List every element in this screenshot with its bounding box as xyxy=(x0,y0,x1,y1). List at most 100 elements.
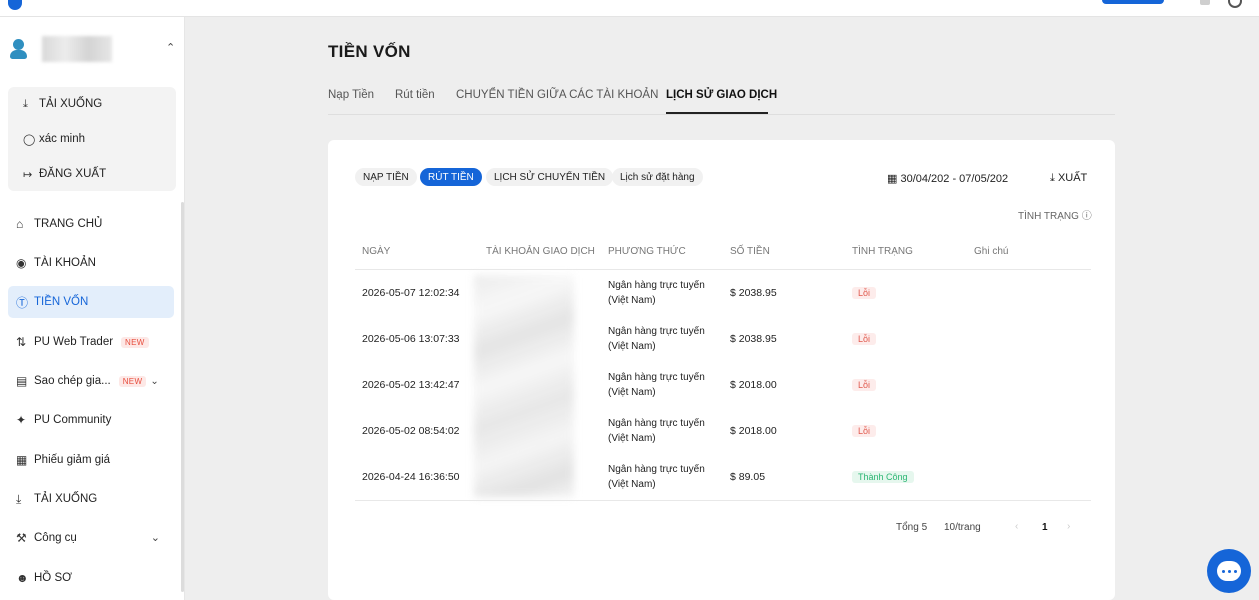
download-icon: ⤓ xyxy=(1050,172,1055,184)
logo-icon[interactable] xyxy=(8,0,22,10)
user-menu-verify-label: xác minh xyxy=(39,133,86,145)
shield-check-icon: ◯ xyxy=(23,133,36,146)
sidebar-item-funds[interactable]: Ⓣ TIỀN VỐN xyxy=(8,286,174,318)
sidebar-item-home[interactable]: ⌂ TRANG CHỦ xyxy=(8,208,174,240)
row-method: Ngân hàng trực tuyến (Việt Nam) xyxy=(608,326,705,352)
row-amount: $ 89.05 xyxy=(730,471,766,483)
status-badge: Lỗi xyxy=(852,333,877,345)
sidebar-item-label: PU Community xyxy=(34,414,112,426)
column-header-status: TÌNH TRẠNG xyxy=(852,246,913,257)
new-badge: NEW xyxy=(121,336,149,348)
copy-trade-icon: ▤ xyxy=(16,374,28,388)
dollar-circle-icon: Ⓣ xyxy=(16,295,29,310)
row-amount: $ 2038.95 xyxy=(730,287,777,299)
row-method: Ngân hàng trực tuyến (Việt Nam) xyxy=(608,372,705,398)
pagination-page-1[interactable]: 1 xyxy=(1042,522,1048,533)
sidebar-item-web-trader[interactable]: ⇅ PU Web Trader NEW xyxy=(8,326,174,358)
tab-withdraw[interactable]: Rút tiền xyxy=(395,89,435,101)
filter-transfer-history[interactable]: LỊCH SỬ CHUYỂN TIỀN xyxy=(486,168,614,186)
sidebar-item-tools[interactable]: ⚒ Công cụ ⌄ xyxy=(8,522,174,554)
row-amount: $ 2018.00 xyxy=(730,379,777,391)
page-title: TIỀN VỐN xyxy=(328,42,411,61)
sidebar-item-coupon[interactable]: ▦ Phiếu giảm giá xyxy=(8,444,174,476)
pagination-next-button[interactable]: › xyxy=(1067,521,1070,532)
community-icon: ✦ xyxy=(16,413,27,427)
sidebar-item-label: TẢI XUỐNG xyxy=(34,493,98,505)
filter-withdraw[interactable]: RÚT TIỀN xyxy=(420,168,482,186)
username-redacted xyxy=(42,36,112,62)
sidebar-item-community[interactable]: ✦ PU Community xyxy=(8,404,174,436)
row-amount: $ 2018.00 xyxy=(730,425,777,437)
active-tab-indicator xyxy=(666,112,768,114)
export-label: XUẤT xyxy=(1057,172,1088,184)
status-badge: Thành Công xyxy=(852,471,914,483)
history-card xyxy=(328,140,1115,600)
tab-deposit[interactable]: Nạp Tiền xyxy=(328,89,374,101)
status-badge: Lỗi xyxy=(852,287,877,299)
chat-support-button[interactable] xyxy=(1207,549,1251,593)
chevron-down-icon[interactable]: ⌄ xyxy=(151,531,160,544)
row-date: 2026-05-02 13:42:47 xyxy=(362,379,460,391)
sidebar-item-account[interactable]: ◉ TÀI KHOẢN xyxy=(8,247,174,279)
pagination-prev-button[interactable]: ‹ xyxy=(1015,521,1018,532)
profile-icon: ☻ xyxy=(16,571,29,585)
status-filter-label: TÌNH TRẠNG xyxy=(1018,211,1079,222)
user-menu-download-label: TẢI XUỐNG xyxy=(39,98,103,110)
avatar xyxy=(8,38,30,60)
language-icon[interactable] xyxy=(1200,0,1210,5)
tab-transaction-history[interactable]: LỊCH SỬ GIAO DỊCH xyxy=(666,89,777,101)
new-badge: NEW xyxy=(118,375,147,387)
sidebar-item-label: TÀI KHOẢN xyxy=(34,257,96,269)
top-action-button[interactable] xyxy=(1102,0,1164,4)
coupon-icon: ▦ xyxy=(16,453,28,467)
user-menu-download[interactable]: ⤓ TẢI XUỐNG xyxy=(23,95,102,113)
sidebar-scrollbar[interactable] xyxy=(181,202,184,592)
account-icon: ◉ xyxy=(16,256,27,270)
row-date: 2026-05-07 12:02:34 xyxy=(362,287,460,299)
chevron-down-icon[interactable]: ⌄ xyxy=(150,376,158,387)
home-icon: ⌂ xyxy=(16,217,24,231)
chat-icon xyxy=(1217,561,1241,581)
filter-deposit[interactable]: NẠP TIỀN xyxy=(355,168,417,186)
export-button[interactable]: ⤓ XUẤT xyxy=(1050,172,1087,185)
date-range-picker[interactable]: ▦ 30/04/202 - 07/05/202 xyxy=(887,172,1008,185)
sidebar-item-download[interactable]: ⤓ TẢI XUỐNG xyxy=(8,483,174,515)
filter-order-history[interactable]: Lịch sử đặt hàng xyxy=(612,168,703,186)
page-size-select[interactable]: 10/trang xyxy=(944,522,981,533)
sidebar-item-label: Phiếu giảm giá xyxy=(34,454,111,466)
row-date: 2026-05-02 08:54:02 xyxy=(362,425,460,437)
user-menu: ⤓ TẢI XUỐNG ◯ xác minh ↦ ĐĂNG XUẤT xyxy=(8,87,176,191)
logout-icon: ↦ xyxy=(23,168,33,181)
column-header-account: TÀI KHOẢN GIAO DỊCH xyxy=(486,246,595,257)
row-date: 2026-05-06 13:07:33 xyxy=(362,333,460,345)
sidebar-item-label: Công cụ xyxy=(34,532,77,544)
user-menu-logout-label: ĐĂNG XUẤT xyxy=(39,168,107,180)
row-amount: $ 2038.95 xyxy=(730,333,777,345)
wrench-icon: ⚒ xyxy=(16,531,27,545)
sidebar-item-label: PU Web Trader xyxy=(34,336,114,348)
status-badge: Lỗi xyxy=(852,379,877,391)
column-header-method: PHƯƠNG THỨC xyxy=(608,246,686,257)
user-profile-toggle[interactable]: ⌃ xyxy=(8,35,180,63)
sidebar-item-label: HỒ SƠ xyxy=(34,572,72,584)
chevron-up-icon[interactable]: ⌃ xyxy=(166,41,175,54)
top-bar xyxy=(0,0,1259,17)
user-menu-logout[interactable]: ↦ ĐĂNG XUẤT xyxy=(23,165,106,183)
tabs-divider xyxy=(328,114,1115,115)
sidebar-item-label: TRANG CHỦ xyxy=(34,218,103,230)
calendar-icon: ▦ xyxy=(887,173,898,185)
date-range-value: 30/04/202 - 07/05/202 xyxy=(900,173,1009,185)
column-header-amount: SỐ TIỀN xyxy=(730,246,770,257)
tab-transfer[interactable]: CHUYỂN TIỀN GIỮA CÁC TÀI KHOẢN xyxy=(456,89,658,101)
help-icon[interactable] xyxy=(1228,0,1242,8)
row-method: Ngân hàng trực tuyến (Việt Nam) xyxy=(608,464,705,490)
table-header-divider xyxy=(355,269,1091,270)
account-column-redacted xyxy=(474,275,574,497)
sidebar-item-copy-trade[interactable]: ▤ Sao chép gia... NEW ⌄ xyxy=(8,365,174,397)
user-menu-verify[interactable]: ◯ xác minh xyxy=(23,130,85,148)
download-icon: ⤓ xyxy=(16,491,22,506)
sidebar-item-label: TIỀN VỐN xyxy=(34,296,89,308)
sidebar-item-profile[interactable]: ☻ HỒ SƠ xyxy=(8,562,174,594)
status-filter[interactable]: TÌNH TRẠNG ⓘ xyxy=(1018,207,1092,222)
row-method: Ngân hàng trực tuyến (Việt Nam) xyxy=(608,280,705,306)
